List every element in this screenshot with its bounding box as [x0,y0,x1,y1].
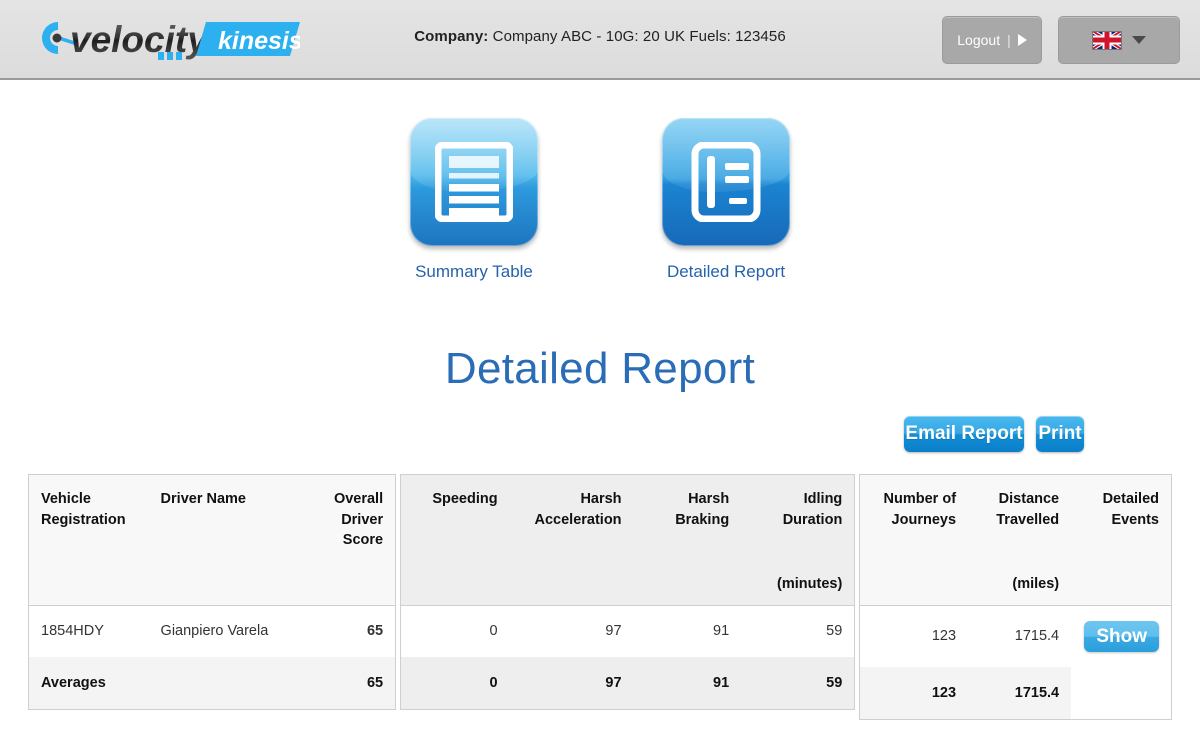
page-title: Detailed Report [444,344,756,393]
table-averages-row: Averages 65 [29,657,396,709]
cell-averages-overall-driver-score: 65 [296,657,396,709]
cell-averages-speeding: 0 [401,657,510,709]
cell-vehicle-registration: 1854HDY [41,622,104,639]
report-type-nav: Summary Table Detailed Report [0,118,1200,282]
table-group-driver-summary: Vehicle Registration Driver Name Overall… [28,474,397,710]
table-group-driving-events: Speeding Harsh Acceleration Harsh Brakin… [400,474,856,710]
app-header: velocity kinesis Company: Company ABC - … [0,0,1200,80]
logout-label: Logout [957,32,1001,48]
table-header-row: Vehicle Registration Driver Name Overall… [29,475,396,606]
table-group-journey-totals: Number of Journeys Distance Travelled (m… [859,474,1172,721]
table-header-row: Speeding Harsh Acceleration Harsh Brakin… [401,475,855,606]
table-averages-row: 123 1715.4 [860,667,1171,720]
nav-item-detailed-report[interactable]: Detailed Report [631,118,821,282]
logout-separator: | [1007,32,1011,48]
report-actions: Email Report Print [0,416,1200,452]
cell-averages-label: Averages [29,657,149,709]
cell-distance-travelled: 1715.4 [1014,628,1060,645]
column-header-number-of-journeys: Number of Journeys [860,475,969,606]
column-header-driver-name: Driver Name [148,475,297,606]
column-header-idling-duration: Idling Duration (minutes) [741,475,855,606]
nav-label-detailed-report: Detailed Report [666,262,786,281]
nav-label-summary-table: Summary Table [415,262,533,281]
column-header-distance-travelled: Distance Travelled (miles) [968,475,1072,606]
email-report-button[interactable]: Email Report [904,416,1024,452]
summary-table-icon [410,118,538,246]
column-unit-idling-duration: (minutes) [777,576,843,593]
detailed-report-icon [662,118,790,246]
cell-driver-name: Gianpiero Varela [160,622,269,639]
cell-harsh-braking: 91 [713,622,730,639]
cell-detailed-events: Show [1071,605,1171,667]
cell-harsh-acceleration: 97 [605,622,622,639]
column-unit-distance-travelled: (miles) [1012,576,1060,593]
cell-idling-duration: 59 [826,622,843,639]
table-row: 1854HDY Gianpiero Varela 65 [29,605,395,657]
column-header-speeding: Speeding [401,475,510,606]
cell-speeding: 0 [489,622,498,639]
column-header-detailed-events: Detailed Events [1071,475,1171,606]
company-label: Company: [414,28,489,45]
column-header-harsh-braking: Harsh Braking [633,475,742,606]
table-averages-row: 0 97 91 59 [401,657,855,709]
column-header-vehicle-registration: Vehicle Registration [29,475,149,606]
company-value: Company ABC - 10G: 20 UK Fuels: 123456 [492,28,786,45]
cell-averages-number-of-journeys: 123 [860,667,969,720]
chevron-down-icon [1132,36,1146,44]
table-header-row: Number of Journeys Distance Travelled (m… [860,475,1171,606]
cell-overall-driver-score: 65 [366,622,384,639]
logout-button[interactable]: Logout | [942,16,1042,64]
column-header-harsh-acceleration: Harsh Acceleration [509,475,634,606]
uk-flag-icon [1092,30,1122,50]
email-report-label: Email Report [905,423,1023,444]
detailed-report-tables: Vehicle Registration Driver Name Overall… [0,474,1200,721]
cell-averages-detailed-events [1071,667,1171,720]
table-row: 123 1715.4 Show [860,605,1171,667]
column-header-overall-driver-score: Overall Driver Score [296,475,396,606]
table-row: 0 97 91 59 [401,605,854,657]
show-details-button[interactable]: Show [1084,620,1159,653]
cell-averages-harsh-braking: 91 [633,657,742,709]
cell-averages-driver-name [148,657,297,709]
cell-number-of-journeys: 123 [931,628,957,645]
cell-averages-idling-duration: 59 [741,657,855,709]
nav-item-summary-table[interactable]: Summary Table [379,118,569,282]
print-button[interactable]: Print [1036,416,1084,452]
print-label: Print [1038,423,1082,444]
cell-averages-distance-travelled: 1715.4 [968,667,1072,720]
play-triangle-icon [1017,34,1027,46]
cell-averages-harsh-acceleration: 97 [509,657,634,709]
header-button-group: Logout | [942,16,1180,64]
language-selector[interactable] [1058,16,1180,64]
